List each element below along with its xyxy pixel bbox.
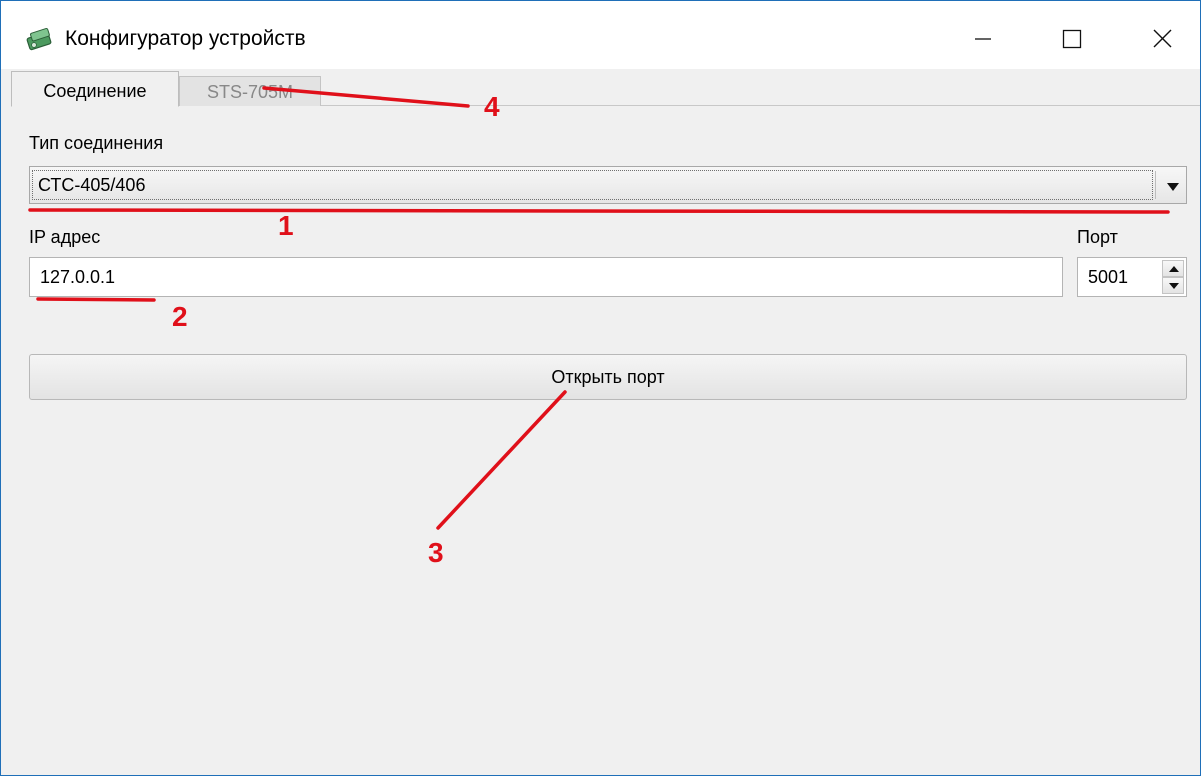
tab-connection[interactable]: Соединение bbox=[11, 71, 179, 107]
spin-buttons bbox=[1162, 260, 1184, 294]
connection-type-value: СТС-405/406 bbox=[38, 175, 146, 195]
port-label: Порт bbox=[1077, 227, 1118, 247]
app-window: Конфигуратор устройств Соединение STS-70… bbox=[0, 0, 1201, 776]
ip-address-input[interactable]: 127.0.0.1 bbox=[29, 257, 1063, 297]
minimize-button[interactable] bbox=[959, 17, 1005, 59]
title-bar[interactable]: Конфигуратор устройств bbox=[1, 1, 1200, 69]
tab-sts-705m[interactable]: STS-705M bbox=[179, 76, 321, 106]
close-icon bbox=[1153, 29, 1172, 48]
focus-rect bbox=[32, 170, 1153, 200]
ip-address-value: 127.0.0.1 bbox=[40, 267, 116, 287]
port-value: 5001 bbox=[1088, 267, 1129, 287]
connection-type-label: Тип соединения bbox=[29, 133, 164, 153]
spin-down-button[interactable] bbox=[1162, 277, 1184, 294]
close-button[interactable] bbox=[1139, 17, 1185, 59]
maximize-icon bbox=[1062, 29, 1082, 49]
open-port-label: Открыть порт bbox=[551, 367, 665, 387]
open-port-button[interactable]: Открыть порт bbox=[29, 354, 1187, 400]
connection-type-select[interactable]: СТС-405/406 bbox=[29, 166, 1187, 204]
ip-address-label: IP адрес bbox=[29, 227, 101, 247]
spin-up-button[interactable] bbox=[1162, 260, 1184, 277]
arrow-up-icon bbox=[1169, 266, 1179, 272]
port-spinbox[interactable]: 5001 bbox=[1077, 257, 1187, 297]
app-icon bbox=[25, 27, 55, 51]
combo-separator bbox=[1155, 171, 1156, 199]
maximize-button[interactable] bbox=[1049, 17, 1095, 59]
window-title: Конфигуратор устройств bbox=[65, 27, 306, 50]
chevron-down-icon[interactable] bbox=[1166, 179, 1180, 197]
arrow-down-icon bbox=[1169, 283, 1179, 289]
minimize-icon bbox=[975, 38, 991, 40]
